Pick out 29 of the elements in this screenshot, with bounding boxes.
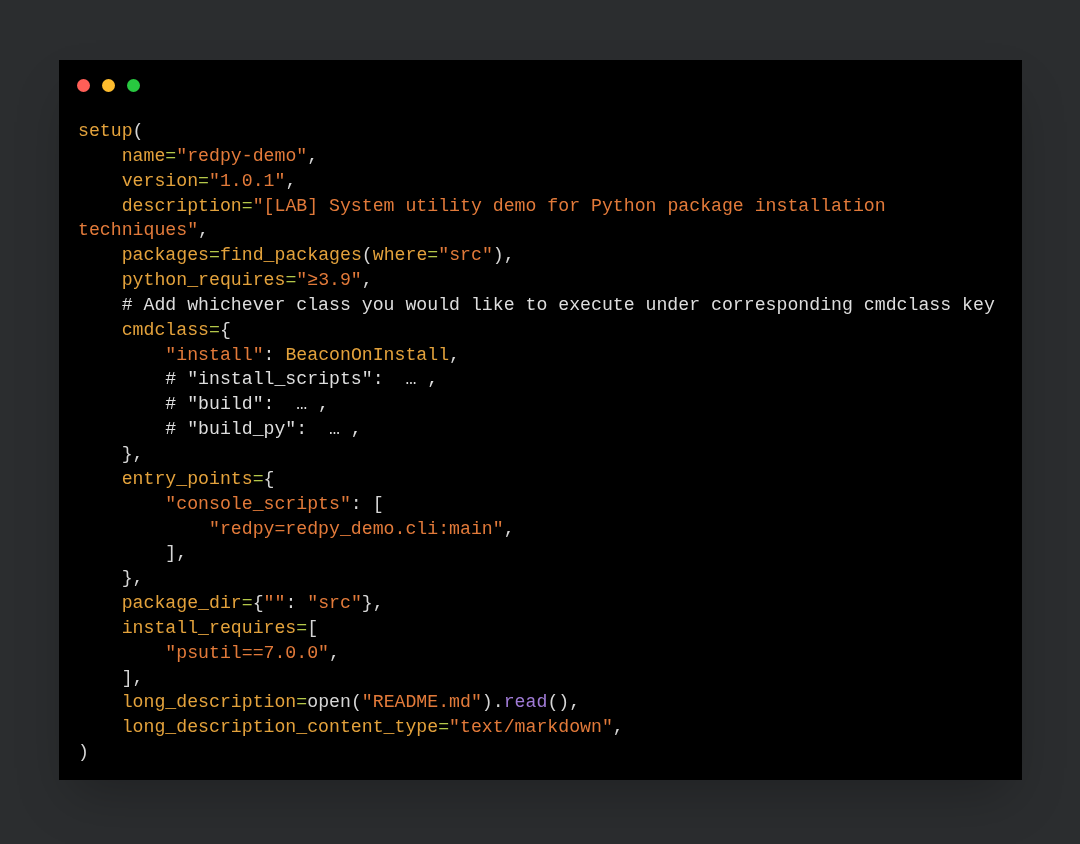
code-line: "install": BeaconOnInstall, — [164, 343, 461, 367]
code-line: package_dir={"": "src"}, — [120, 592, 384, 616]
code-line: description="[LAB] System utility demo for Python package installation — [120, 194, 886, 218]
code-line: # Add whichever class you would like to execute under corresponding cmdclass key — [120, 293, 995, 317]
code-line: "psutil==7.0.0", — [164, 641, 340, 665]
code-line: packages=find_packages(where="src"), — [120, 244, 515, 268]
code-line: cmdclass={ — [120, 318, 231, 342]
code-line: techniques", — [78, 219, 209, 243]
code-line: setup( — [78, 120, 144, 143]
code-line: python_requires="≥3.9", — [120, 269, 373, 293]
code-line: # "install_scripts": … , — [164, 368, 439, 392]
code-line: entry_points={ — [120, 467, 275, 491]
code-line: ], — [120, 666, 144, 690]
code-line: ) — [78, 741, 89, 765]
close-button[interactable] — [77, 79, 90, 92]
code-line: # "build": … , — [164, 393, 330, 417]
code-line: install_requires=[ — [120, 616, 319, 640]
code-line: version="1.0.1", — [120, 169, 297, 193]
maximize-button[interactable] — [127, 79, 140, 92]
code-line: name="redpy-demo", — [120, 144, 319, 168]
minimize-button[interactable] — [102, 79, 115, 92]
code-line: ], — [164, 542, 188, 566]
code-line: "console_scripts": [ — [164, 492, 384, 516]
code-line: long_description=open("README.md").read(), — [120, 691, 581, 715]
code-line: }, — [120, 567, 144, 591]
code-line: }, — [120, 442, 144, 466]
code-line: "redpy=redpy_demo.cli:main", — [207, 517, 515, 541]
code-line: long_description_content_type="text/markdown", — [120, 716, 624, 740]
code-line: # "build_py": … , — [164, 418, 362, 442]
